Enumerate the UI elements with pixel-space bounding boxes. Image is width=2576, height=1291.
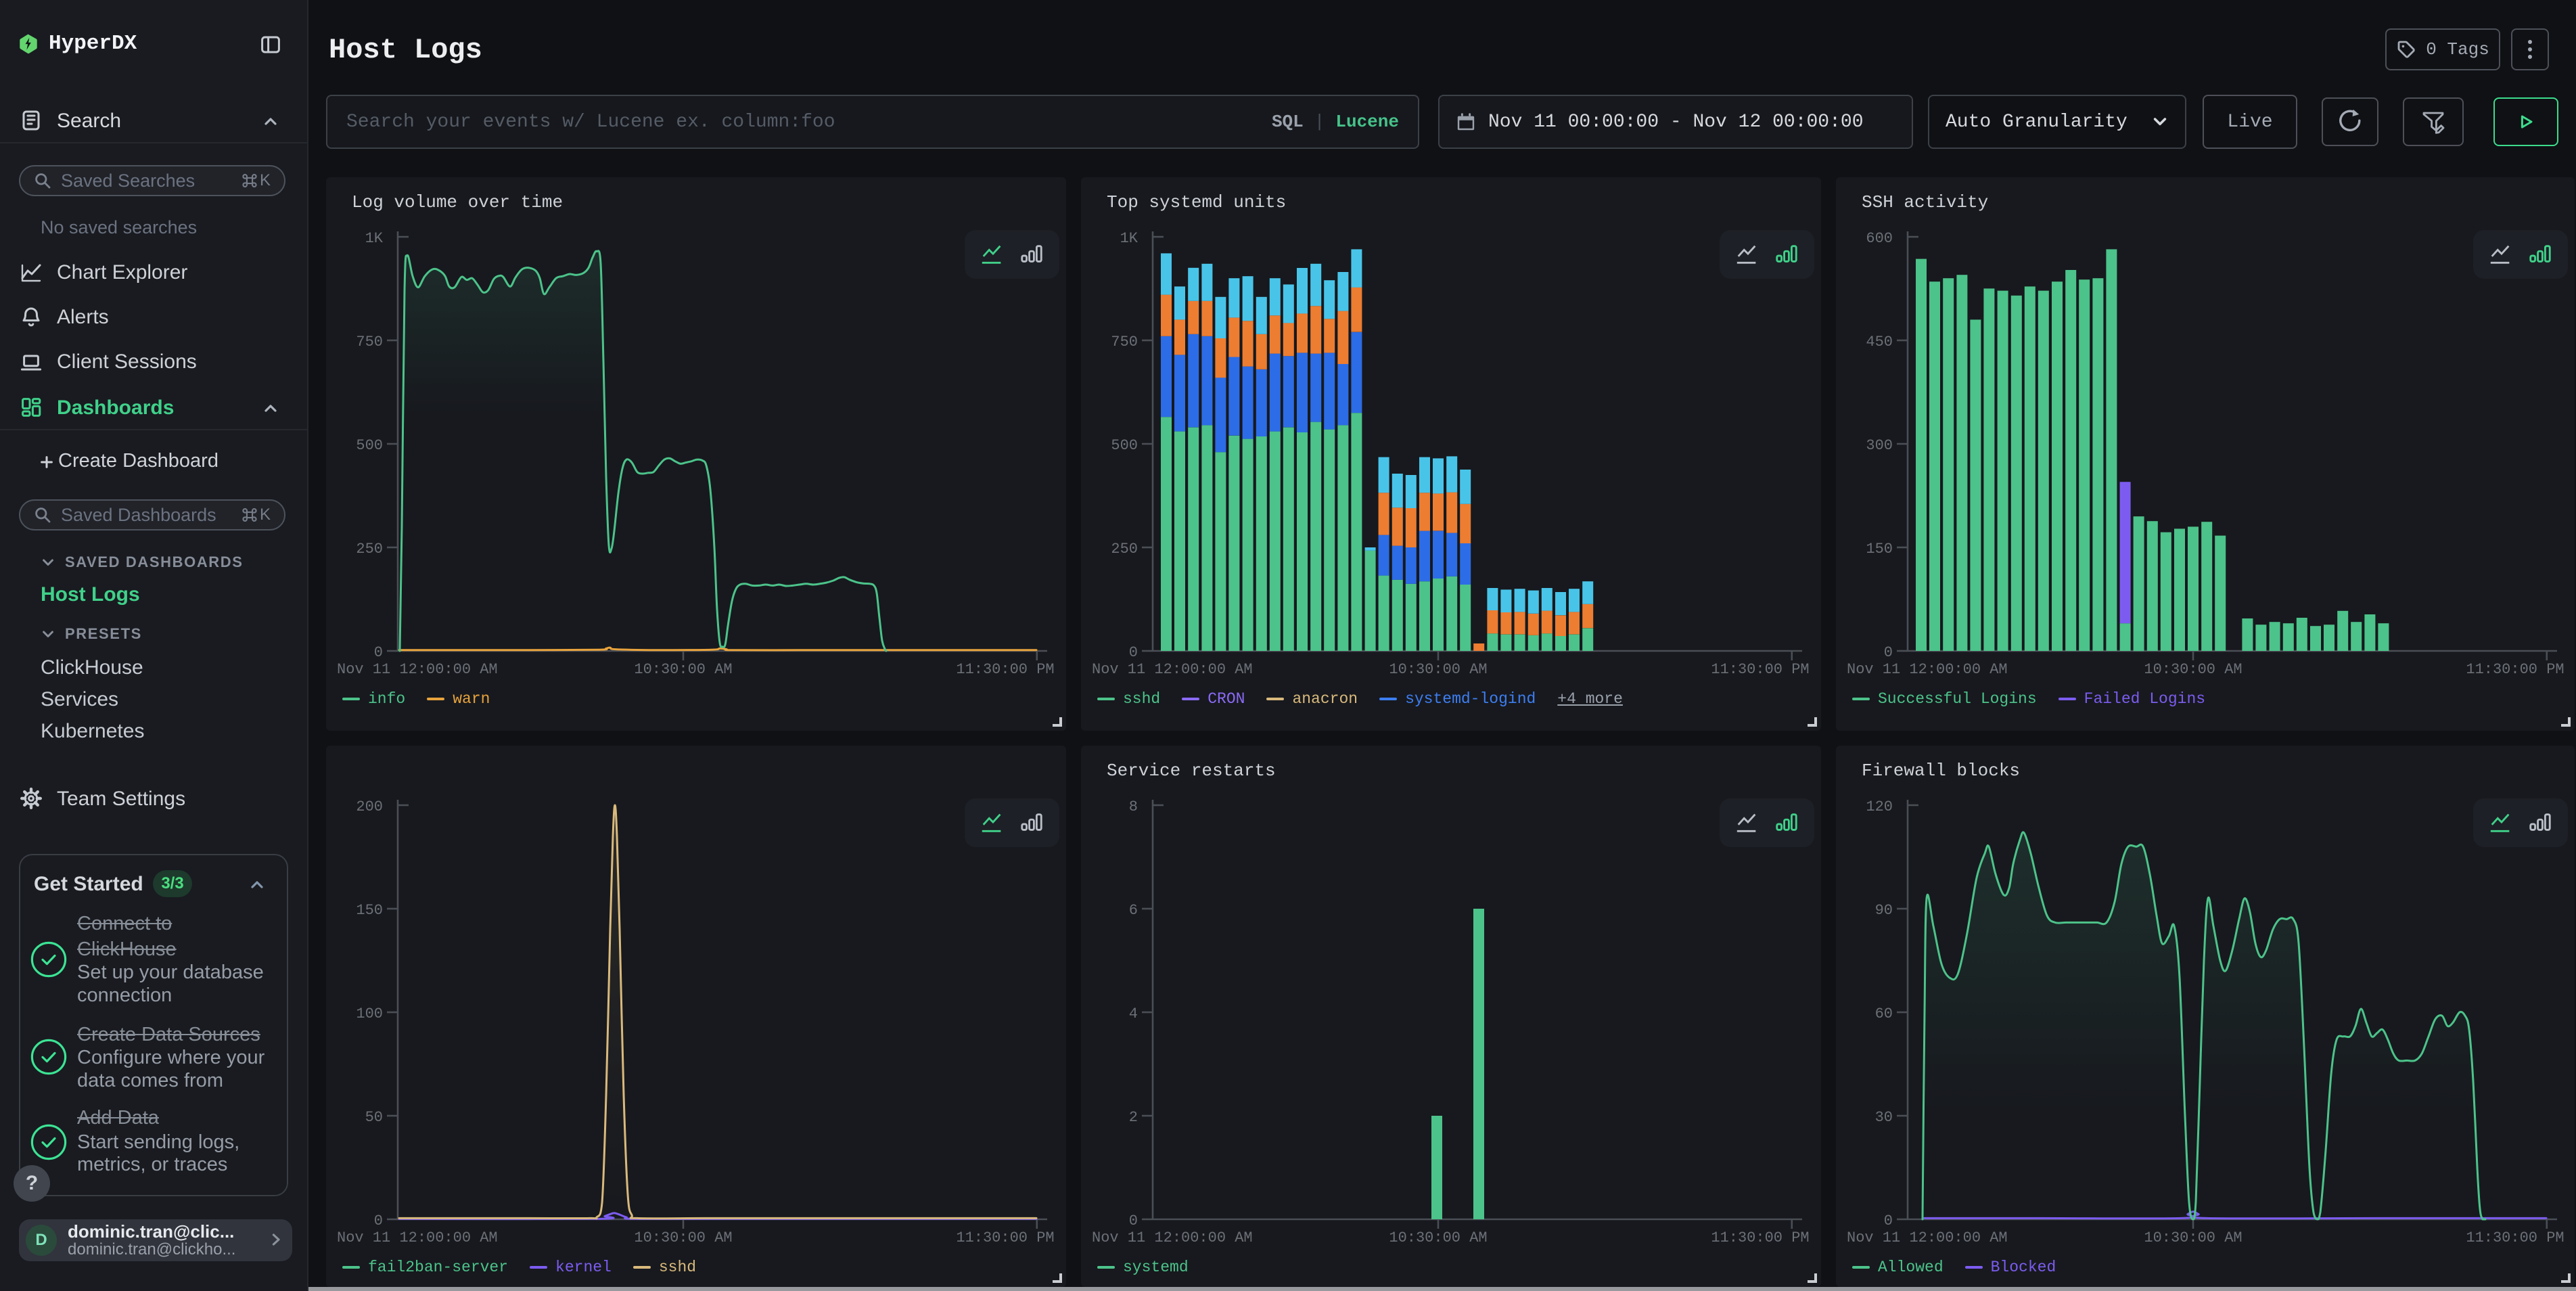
svg-text:11:30:00 PM: 11:30:00 PM: [2466, 1229, 2564, 1246]
svg-text:200: 200: [356, 798, 383, 815]
svg-text:10:30:00 AM: 10:30:00 AM: [634, 1229, 732, 1246]
svg-text:750: 750: [356, 334, 383, 350]
svg-text:250: 250: [1111, 541, 1138, 558]
svg-text:10:30:00 AM: 10:30:00 AM: [2144, 1229, 2242, 1246]
svg-text:Nov 11 12:00:00 AM: Nov 11 12:00:00 AM: [337, 661, 498, 678]
svg-text:4: 4: [1129, 1005, 1138, 1022]
svg-text:10:30:00 AM: 10:30:00 AM: [1389, 661, 1487, 678]
svg-text:Nov 11 12:00:00 AM: Nov 11 12:00:00 AM: [337, 1229, 498, 1246]
svg-text:0: 0: [374, 1213, 383, 1229]
svg-text:500: 500: [1111, 437, 1138, 454]
svg-text:Nov 11 12:00:00 AM: Nov 11 12:00:00 AM: [1847, 1229, 2008, 1246]
svg-text:50: 50: [365, 1109, 383, 1126]
svg-text:Nov 11 12:00:00 AM: Nov 11 12:00:00 AM: [1847, 661, 2008, 678]
svg-text:11:30:00 PM: 11:30:00 PM: [956, 661, 1054, 678]
svg-text:60: 60: [1875, 1005, 1893, 1022]
svg-text:11:30:00 PM: 11:30:00 PM: [1711, 661, 1809, 678]
svg-text:0: 0: [374, 644, 383, 661]
svg-text:1K: 1K: [365, 230, 384, 247]
svg-text:0: 0: [1884, 644, 1893, 661]
svg-text:600: 600: [1866, 230, 1893, 247]
svg-text:0: 0: [1884, 1213, 1893, 1229]
svg-text:8: 8: [1129, 798, 1138, 815]
svg-text:150: 150: [356, 902, 383, 919]
svg-text:11:30:00 PM: 11:30:00 PM: [956, 1229, 1054, 1246]
svg-text:10:30:00 AM: 10:30:00 AM: [634, 661, 732, 678]
svg-text:250: 250: [356, 541, 383, 558]
svg-text:0: 0: [1129, 644, 1138, 661]
svg-text:0: 0: [1129, 1213, 1138, 1229]
svg-text:11:30:00 PM: 11:30:00 PM: [1711, 1229, 1809, 1246]
svg-text:120: 120: [1866, 798, 1893, 815]
svg-text:10:30:00 AM: 10:30:00 AM: [1389, 1229, 1487, 1246]
svg-text:Nov 11 12:00:00 AM: Nov 11 12:00:00 AM: [1092, 1229, 1253, 1246]
svg-text:300: 300: [1866, 437, 1893, 454]
svg-text:450: 450: [1866, 334, 1893, 350]
svg-text:Nov 11 12:00:00 AM: Nov 11 12:00:00 AM: [1092, 661, 1253, 678]
svg-text:11:30:00 PM: 11:30:00 PM: [2466, 661, 2564, 678]
svg-text:2: 2: [1129, 1109, 1138, 1126]
svg-text:500: 500: [356, 437, 383, 454]
svg-text:1K: 1K: [1120, 230, 1138, 247]
svg-text:150: 150: [1866, 541, 1893, 558]
svg-text:6: 6: [1129, 902, 1138, 919]
svg-text:90: 90: [1875, 902, 1893, 919]
svg-text:30: 30: [1875, 1109, 1893, 1126]
svg-text:750: 750: [1111, 334, 1138, 350]
svg-text:10:30:00 AM: 10:30:00 AM: [2144, 661, 2242, 678]
svg-text:100: 100: [356, 1005, 383, 1022]
